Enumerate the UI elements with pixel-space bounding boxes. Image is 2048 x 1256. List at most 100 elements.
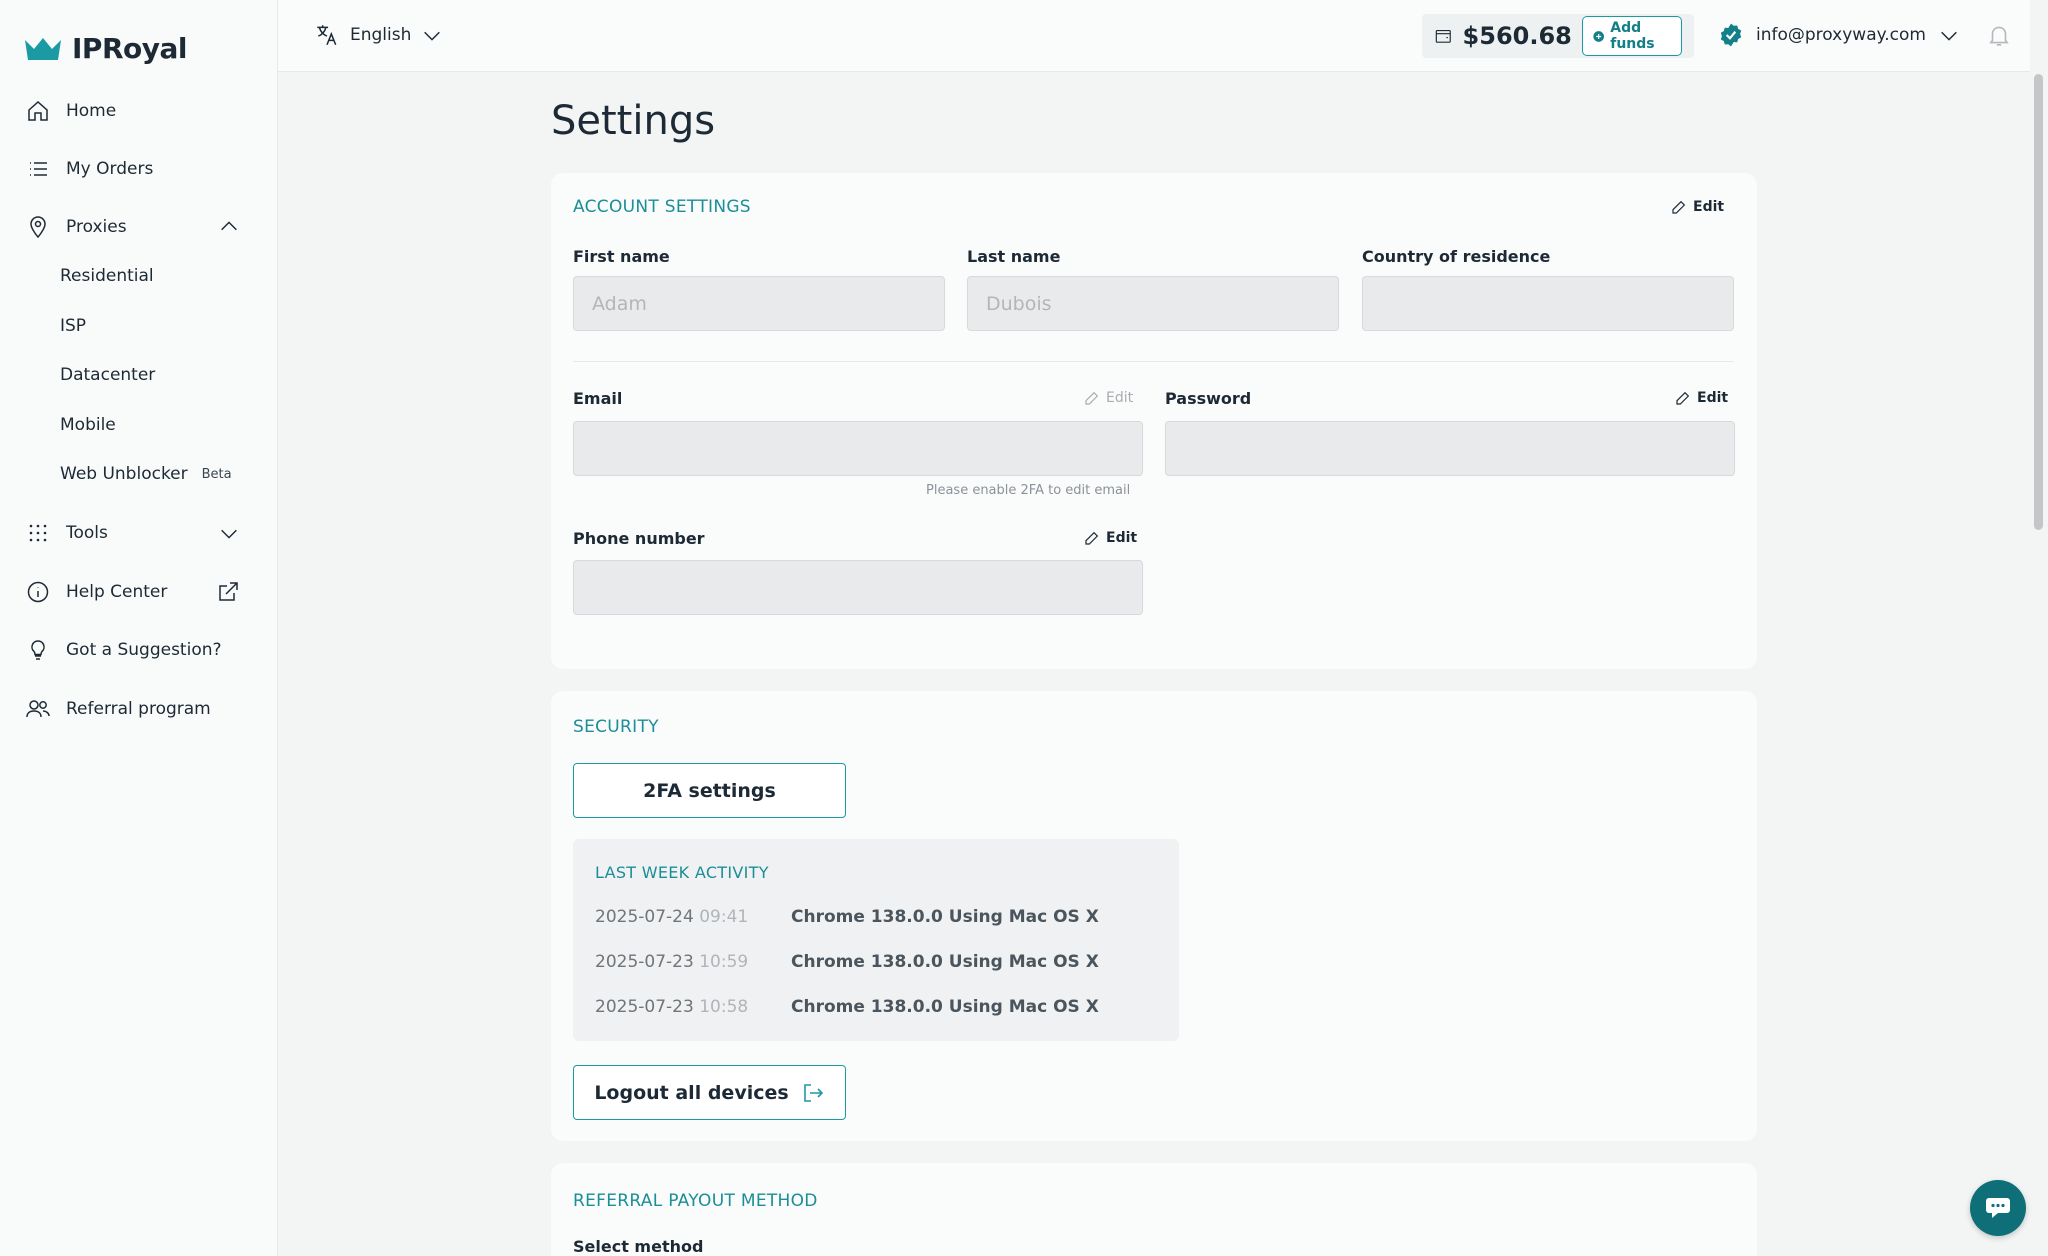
- select-method-label: Select method: [573, 1237, 704, 1256]
- referral-payout-card: REFERRAL PAYOUT METHOD Select method: [551, 1163, 1757, 1256]
- activity-date: 2025-07-23: [595, 997, 694, 1017]
- wallet-icon: [1435, 30, 1451, 43]
- sidebar-item-label: Referral program: [66, 699, 211, 719]
- chevron-down-icon[interactable]: [218, 522, 240, 544]
- last-name-label: Last name: [967, 247, 1061, 266]
- sidebar-subitem-mobile[interactable]: Mobile: [60, 415, 116, 435]
- logout-all-devices-button[interactable]: Logout all devices: [573, 1065, 846, 1120]
- sidebar-item-label: Got a Suggestion?: [66, 640, 222, 660]
- password-edit-button[interactable]: Edit: [1675, 390, 1728, 406]
- email-field[interactable]: [573, 421, 1143, 476]
- activity-row: 2025-07-23 10:59 Chrome 138.0.0 Using Ma…: [595, 952, 1099, 972]
- 2fa-settings-button[interactable]: 2FA settings: [573, 763, 846, 818]
- user-menu[interactable]: info@proxyway.com: [1718, 22, 1960, 48]
- language-selector[interactable]: English: [314, 22, 443, 48]
- sidebar-item-help-center[interactable]: Help Center: [24, 578, 240, 606]
- logout-label: Logout all devices: [594, 1081, 789, 1104]
- account-settings-card: ACCOUNT SETTINGS Edit First name Adam La…: [551, 173, 1757, 669]
- sidebar-item-suggestion[interactable]: Got a Suggestion?: [24, 636, 240, 664]
- grid-dots-icon: [24, 519, 52, 547]
- edit-label: Edit: [1697, 390, 1729, 406]
- email-edit-button[interactable]: Edit: [1084, 390, 1133, 406]
- sidebar-subitem-label: Mobile: [60, 415, 116, 435]
- scrollbar-thumb[interactable]: [2034, 74, 2043, 530]
- edit-label: Edit: [1106, 530, 1138, 546]
- phone-edit-button[interactable]: Edit: [1084, 530, 1137, 546]
- password-field[interactable]: [1165, 421, 1735, 476]
- chevron-down-icon: [424, 31, 441, 41]
- balance-amount: $560.68: [1462, 22, 1572, 50]
- pencil-icon: [1676, 391, 1690, 405]
- email-label: Email: [573, 389, 623, 408]
- sidebar-item-label: Tools: [66, 523, 108, 543]
- location-pin-icon: [24, 213, 52, 241]
- last-week-activity-panel: LAST WEEK ACTIVITY 2025-07-24 09:41 Chro…: [573, 839, 1179, 1041]
- home-icon: [24, 97, 52, 125]
- activity-time: 10:59: [699, 952, 749, 972]
- chevron-down-icon: [1941, 31, 1957, 41]
- chevron-up-icon[interactable]: [218, 216, 240, 238]
- sidebar-item-label: Help Center: [66, 582, 168, 602]
- password-label: Password: [1165, 389, 1252, 408]
- sidebar-item-label: My Orders: [66, 159, 154, 179]
- activity-date: 2025-07-24: [595, 907, 694, 927]
- activity-datetime: 2025-07-23 10:58: [595, 997, 791, 1017]
- phone-field[interactable]: [573, 560, 1143, 615]
- pencil-icon: [1085, 391, 1099, 405]
- activity-datetime: 2025-07-24 09:41: [595, 907, 791, 927]
- verified-badge-icon: [1720, 23, 1742, 47]
- security-card: SECURITY 2FA settings LAST WEEK ACTIVITY…: [551, 691, 1757, 1141]
- last-name-field[interactable]: Dubois: [967, 276, 1339, 331]
- scrollbar[interactable]: [2030, 72, 2048, 1256]
- add-funds-label: Add funds: [1610, 20, 1655, 52]
- section-title: REFERRAL PAYOUT METHOD: [573, 1191, 818, 1211]
- activity-date: 2025-07-23: [595, 952, 694, 972]
- pencil-icon: [1085, 531, 1099, 545]
- logo[interactable]: IPRoyal: [24, 32, 187, 65]
- sidebar-subitem-label: Residential: [60, 266, 154, 286]
- notification-bell-icon[interactable]: [1986, 22, 2012, 52]
- crown-logo-icon: [25, 37, 61, 60]
- sidebar-item-my-orders[interactable]: My Orders: [24, 155, 240, 183]
- activity-time: 10:58: [699, 997, 749, 1017]
- section-title: ACCOUNT SETTINGS: [573, 197, 751, 217]
- first-name-label: First name: [573, 247, 670, 266]
- sidebar-subitem-residential[interactable]: Residential: [60, 266, 154, 286]
- info-icon: [24, 578, 52, 606]
- sidebar-item-proxies[interactable]: Proxies: [24, 213, 240, 241]
- add-funds-button[interactable]: Add funds: [1581, 16, 1682, 56]
- chat-icon: [1986, 1198, 2010, 1218]
- edit-label: Edit: [1106, 390, 1134, 406]
- translate-icon: [317, 25, 337, 46]
- sidebar-subitem-web-unblocker[interactable]: Web Unblocker Beta: [60, 464, 232, 484]
- balance-widget: $560.68 Add funds: [1422, 14, 1694, 58]
- sidebar-subitem-datacenter[interactable]: Datacenter: [60, 365, 155, 385]
- language-label: English: [350, 25, 412, 45]
- activity-browser: Chrome 138.0.0 Using Mac OS X: [791, 997, 1099, 1017]
- chat-support-button[interactable]: [1970, 1180, 2026, 1236]
- users-icon: [24, 695, 52, 723]
- list-icon: [24, 155, 52, 183]
- divider: [573, 361, 1734, 362]
- activity-browser: Chrome 138.0.0 Using Mac OS X: [791, 907, 1099, 927]
- user-email: info@proxyway.com: [1756, 25, 1926, 45]
- sidebar-item-home[interactable]: Home: [24, 97, 240, 125]
- account-edit-button[interactable]: Edit: [1671, 199, 1724, 215]
- external-link-icon: [216, 580, 240, 604]
- lightbulb-icon: [24, 636, 52, 664]
- edit-label: Edit: [1693, 199, 1725, 215]
- activity-row: 2025-07-24 09:41 Chrome 138.0.0 Using Ma…: [595, 907, 1099, 927]
- page-title: Settings: [551, 98, 716, 144]
- country-field[interactable]: [1362, 276, 1734, 331]
- sidebar-item-tools[interactable]: Tools: [24, 519, 240, 547]
- sidebar-subitem-isp[interactable]: ISP: [60, 316, 86, 336]
- beta-badge: Beta: [201, 466, 232, 482]
- first-name-value: Adam: [592, 292, 647, 315]
- first-name-field[interactable]: Adam: [573, 276, 945, 331]
- activity-browser: Chrome 138.0.0 Using Mac OS X: [791, 952, 1099, 972]
- activity-title: LAST WEEK ACTIVITY: [595, 863, 769, 882]
- email-hint: Please enable 2FA to edit email: [926, 483, 1131, 498]
- activity-row: 2025-07-23 10:58 Chrome 138.0.0 Using Ma…: [595, 997, 1099, 1017]
- sidebar-item-label: Proxies: [66, 217, 127, 237]
- sidebar-item-referral[interactable]: Referral program: [24, 695, 240, 723]
